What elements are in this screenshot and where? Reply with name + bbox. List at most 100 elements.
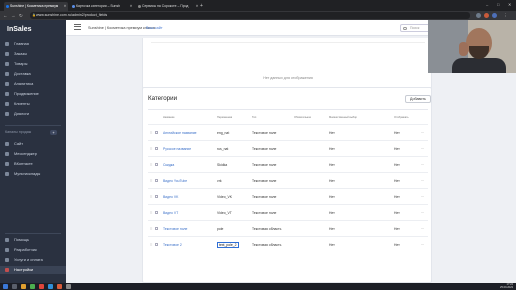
divider [5, 125, 61, 126]
drag-handle-icon[interactable]: ⠿ [150, 195, 152, 199]
field-name-link[interactable]: Видео VT [163, 211, 178, 215]
close-icon[interactable]: ✕ [196, 2, 199, 11]
field-name-link[interactable]: Английское название [163, 131, 197, 135]
sidebar-item-products[interactable]: Товары [0, 60, 66, 68]
minimize-icon[interactable]: – [486, 0, 488, 10]
column-required[interactable]: Обязательное [294, 116, 311, 119]
row-checkbox[interactable] [155, 179, 158, 183]
column-show[interactable]: Отображать [394, 116, 409, 119]
table-row[interactable]: ⠿ Видео VT Video_VT Текстовое поле Нет Н… [148, 204, 428, 220]
search-input[interactable]: Поиск [400, 24, 430, 32]
app-icon[interactable] [66, 284, 71, 289]
row-checkbox[interactable] [155, 243, 158, 247]
table-row[interactable]: ⠿ Скидка Skidka Текстовое поле Нет Нет ·… [148, 156, 428, 172]
sidebar-item-home[interactable]: Главная [0, 40, 66, 48]
add-channel-button[interactable]: + [50, 129, 57, 135]
drag-handle-icon[interactable]: ⠿ [150, 227, 152, 231]
maximize-icon[interactable]: □ [497, 0, 499, 10]
menu-icon[interactable] [74, 24, 81, 30]
address-bar[interactable]: 🔒 www.sunshine.com.ru/admin2/product_fie… [30, 12, 470, 19]
your-site-link[interactable]: Ваш сайт [146, 26, 163, 30]
more-icon[interactable]: ··· [421, 131, 424, 135]
app-icon[interactable] [48, 284, 53, 289]
sidebar-item-dialogs[interactable]: Диалоги [0, 110, 66, 118]
table-row[interactable]: ⠿ Видео VK Video_VK Текстовое поле Нет Н… [148, 188, 428, 204]
more-icon[interactable]: ··· [421, 195, 424, 199]
column-handle[interactable]: Переменная [217, 116, 232, 119]
table-row[interactable]: ⠿ Русское название rus_nat Текстовое пол… [148, 140, 428, 156]
sidebar-item-developer[interactable]: Разработчик [0, 246, 66, 254]
field-handle-selected[interactable]: text_pole_2 [217, 242, 239, 248]
sidebar-item-delivery[interactable]: Доставка [0, 70, 66, 78]
forward-icon[interactable]: → [11, 12, 16, 19]
column-name[interactable]: Название [163, 116, 175, 119]
row-checkbox[interactable] [155, 131, 158, 135]
more-icon[interactable]: ··· [421, 163, 424, 167]
categories-card: Категории Добавить Название Переменная Т… [142, 87, 432, 283]
sidebar-item-site[interactable]: Сайт [0, 140, 66, 148]
table-row[interactable]: ⠿ Английское название eng_nat Текстовое … [148, 124, 428, 140]
profile-icon[interactable] [492, 12, 497, 18]
drag-handle-icon[interactable]: ⠿ [150, 211, 152, 215]
row-checkbox[interactable] [155, 195, 158, 199]
extension-icon[interactable] [476, 12, 481, 18]
browser-tab-1[interactable]: Sunshine | Косметика премиум ✕ [4, 2, 68, 11]
sidebar-item-help[interactable]: Помощь [0, 236, 66, 244]
drag-handle-icon[interactable]: ⠿ [150, 131, 152, 135]
table-row[interactable]: ⠿ Видео YouTube vrk Текстовое поле Нет Н… [148, 172, 428, 188]
sidebar-item-analytics[interactable]: Аналитика [0, 80, 66, 88]
more-icon[interactable]: ··· [421, 179, 424, 183]
field-name-link[interactable]: Видео YouTube [163, 179, 187, 183]
browser-menu-icon[interactable]: ⋮ [503, 12, 508, 19]
table-row[interactable]: ⠿ Текстовое 2 text_pole_2 Текстовая обла… [148, 236, 428, 252]
drag-handle-icon[interactable]: ⠿ [150, 243, 152, 247]
dialogs-icon [5, 112, 9, 116]
sidebar-item-vk[interactable]: ВКонтакте [0, 160, 66, 168]
browser-tab-3[interactable]: Сервисы на Сорокоте – Прод ✕ [136, 2, 200, 11]
new-tab-button[interactable]: + [200, 2, 203, 11]
row-checkbox[interactable] [155, 211, 158, 215]
field-name-link[interactable]: Русское название [163, 147, 191, 151]
more-icon[interactable]: ··· [421, 211, 424, 215]
add-button[interactable]: Добавить [405, 94, 431, 103]
window-close-icon[interactable]: ✕ [508, 0, 511, 10]
start-icon[interactable] [3, 284, 8, 289]
back-icon[interactable]: ← [3, 12, 8, 19]
column-type[interactable]: Тип [252, 116, 256, 119]
reload-icon[interactable]: ↻ [19, 12, 23, 19]
extension-icon[interactable] [484, 12, 489, 18]
field-name-link[interactable]: Текстовое поле [163, 227, 187, 231]
sidebar-item-messenger[interactable]: Мессенджер [0, 150, 66, 158]
row-checkbox[interactable] [155, 163, 158, 167]
sidebar-item-promotion[interactable]: Продвижение [0, 90, 66, 98]
clock[interactable]: 17:24 25.09.2023 [500, 283, 513, 289]
drag-handle-icon[interactable]: ⠿ [150, 163, 152, 167]
drag-handle-icon[interactable]: ⠿ [150, 147, 152, 151]
row-checkbox[interactable] [155, 147, 158, 151]
app-icon[interactable] [30, 284, 35, 289]
sidebar-item-billing[interactable]: Услуги и оплата [0, 256, 66, 264]
field-name-link[interactable]: Видео VK [163, 195, 178, 199]
row-checkbox[interactable] [155, 227, 158, 231]
more-icon[interactable]: ··· [421, 243, 424, 247]
folder-icon[interactable] [21, 284, 26, 289]
field-name-link[interactable]: Текстовое 2 [163, 243, 182, 247]
field-type: Текстовое поле [252, 147, 277, 151]
sidebar-item-orders[interactable]: Заказы [0, 50, 66, 58]
sidebar-item-clients[interactable]: Клиенты [0, 100, 66, 108]
field-name-link[interactable]: Скидка [163, 163, 174, 167]
search-icon[interactable] [12, 284, 17, 289]
more-icon[interactable]: ··· [421, 147, 424, 151]
sidebar-item-settings[interactable]: Настройки [0, 266, 66, 274]
drag-handle-icon[interactable]: ⠿ [150, 179, 152, 183]
app-icon[interactable] [39, 284, 44, 289]
column-multiselect[interactable]: Множественный выбор [329, 116, 357, 119]
more-icon[interactable]: ··· [421, 227, 424, 231]
table-row[interactable]: ⠿ Текстовое поле pole Текстовая область … [148, 220, 428, 236]
close-icon[interactable]: ✕ [130, 2, 133, 11]
app-icon[interactable] [57, 284, 62, 289]
sidebar-item-label: Продвижение [14, 91, 39, 96]
sidebar-item-multistock[interactable]: Мультисклады [0, 170, 66, 178]
close-icon[interactable]: ✕ [64, 2, 67, 11]
browser-tab-2[interactable]: Карточка категории – Sunsh ✕ [70, 2, 134, 11]
